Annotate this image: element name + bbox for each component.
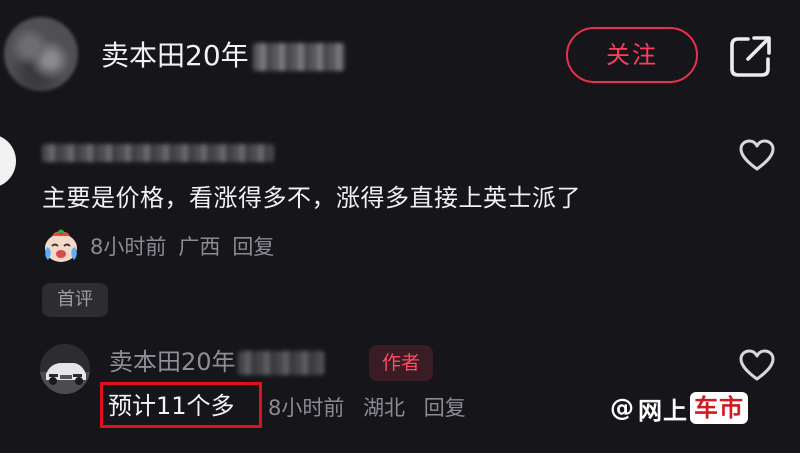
header-bar: 卖本田20年 关注 bbox=[0, 0, 800, 112]
watermark-at: @ bbox=[610, 394, 634, 422]
blurred-name-suffix bbox=[252, 43, 345, 71]
watermark-part2: 车市 bbox=[690, 392, 748, 424]
first-comment-badge: 首评 bbox=[42, 283, 108, 317]
reply-time: 8小时前 bbox=[268, 396, 345, 420]
reply-reply-link[interactable]: 回复 bbox=[424, 396, 466, 420]
crying-face-emoji bbox=[45, 229, 77, 262]
reply-username-text: 卖本田20年 bbox=[109, 348, 236, 376]
comment-text: 主要是价格，看涨得多不，涨得多直接上英士派了 bbox=[42, 184, 581, 212]
reply-username[interactable]: 卖本田20年 bbox=[109, 344, 324, 380]
comment-screen: 卖本田20年 关注 主要是价格，看涨得多不，涨得多直接上英士派了 8小时前 广西… bbox=[0, 0, 800, 453]
header-username[interactable]: 卖本田20年 bbox=[101, 36, 345, 76]
reply-meta: 8小时前 湖北 回复 bbox=[268, 392, 466, 424]
like-heart-icon[interactable] bbox=[738, 348, 776, 382]
header-avatar[interactable] bbox=[4, 17, 78, 91]
reply-text: 预计11个多 bbox=[108, 392, 235, 420]
blurred-username bbox=[42, 143, 274, 162]
author-avatar[interactable] bbox=[40, 344, 90, 394]
reply-location: 湖北 bbox=[363, 396, 406, 420]
comment-location: 广西 bbox=[178, 235, 221, 259]
comment-meta: 8小时前 广西 回复 bbox=[42, 228, 274, 264]
watermark: @ 网上 车市 bbox=[610, 389, 748, 427]
commenter-avatar[interactable] bbox=[0, 134, 16, 188]
follow-button[interactable]: 关注 bbox=[566, 27, 698, 83]
share-icon[interactable] bbox=[728, 33, 774, 79]
comment-time: 8小时前 bbox=[90, 235, 167, 259]
header-username-text: 卖本田20年 bbox=[101, 39, 249, 72]
car-avatar-icon bbox=[40, 344, 90, 394]
commenter-username-blurred[interactable] bbox=[42, 142, 274, 162]
author-badge: 作者 bbox=[369, 345, 433, 381]
blurred-name-suffix bbox=[237, 351, 324, 375]
like-heart-icon[interactable] bbox=[738, 138, 776, 172]
comment-reply-link[interactable]: 回复 bbox=[232, 231, 274, 261]
watermark-part1: 网上 bbox=[638, 396, 688, 425]
